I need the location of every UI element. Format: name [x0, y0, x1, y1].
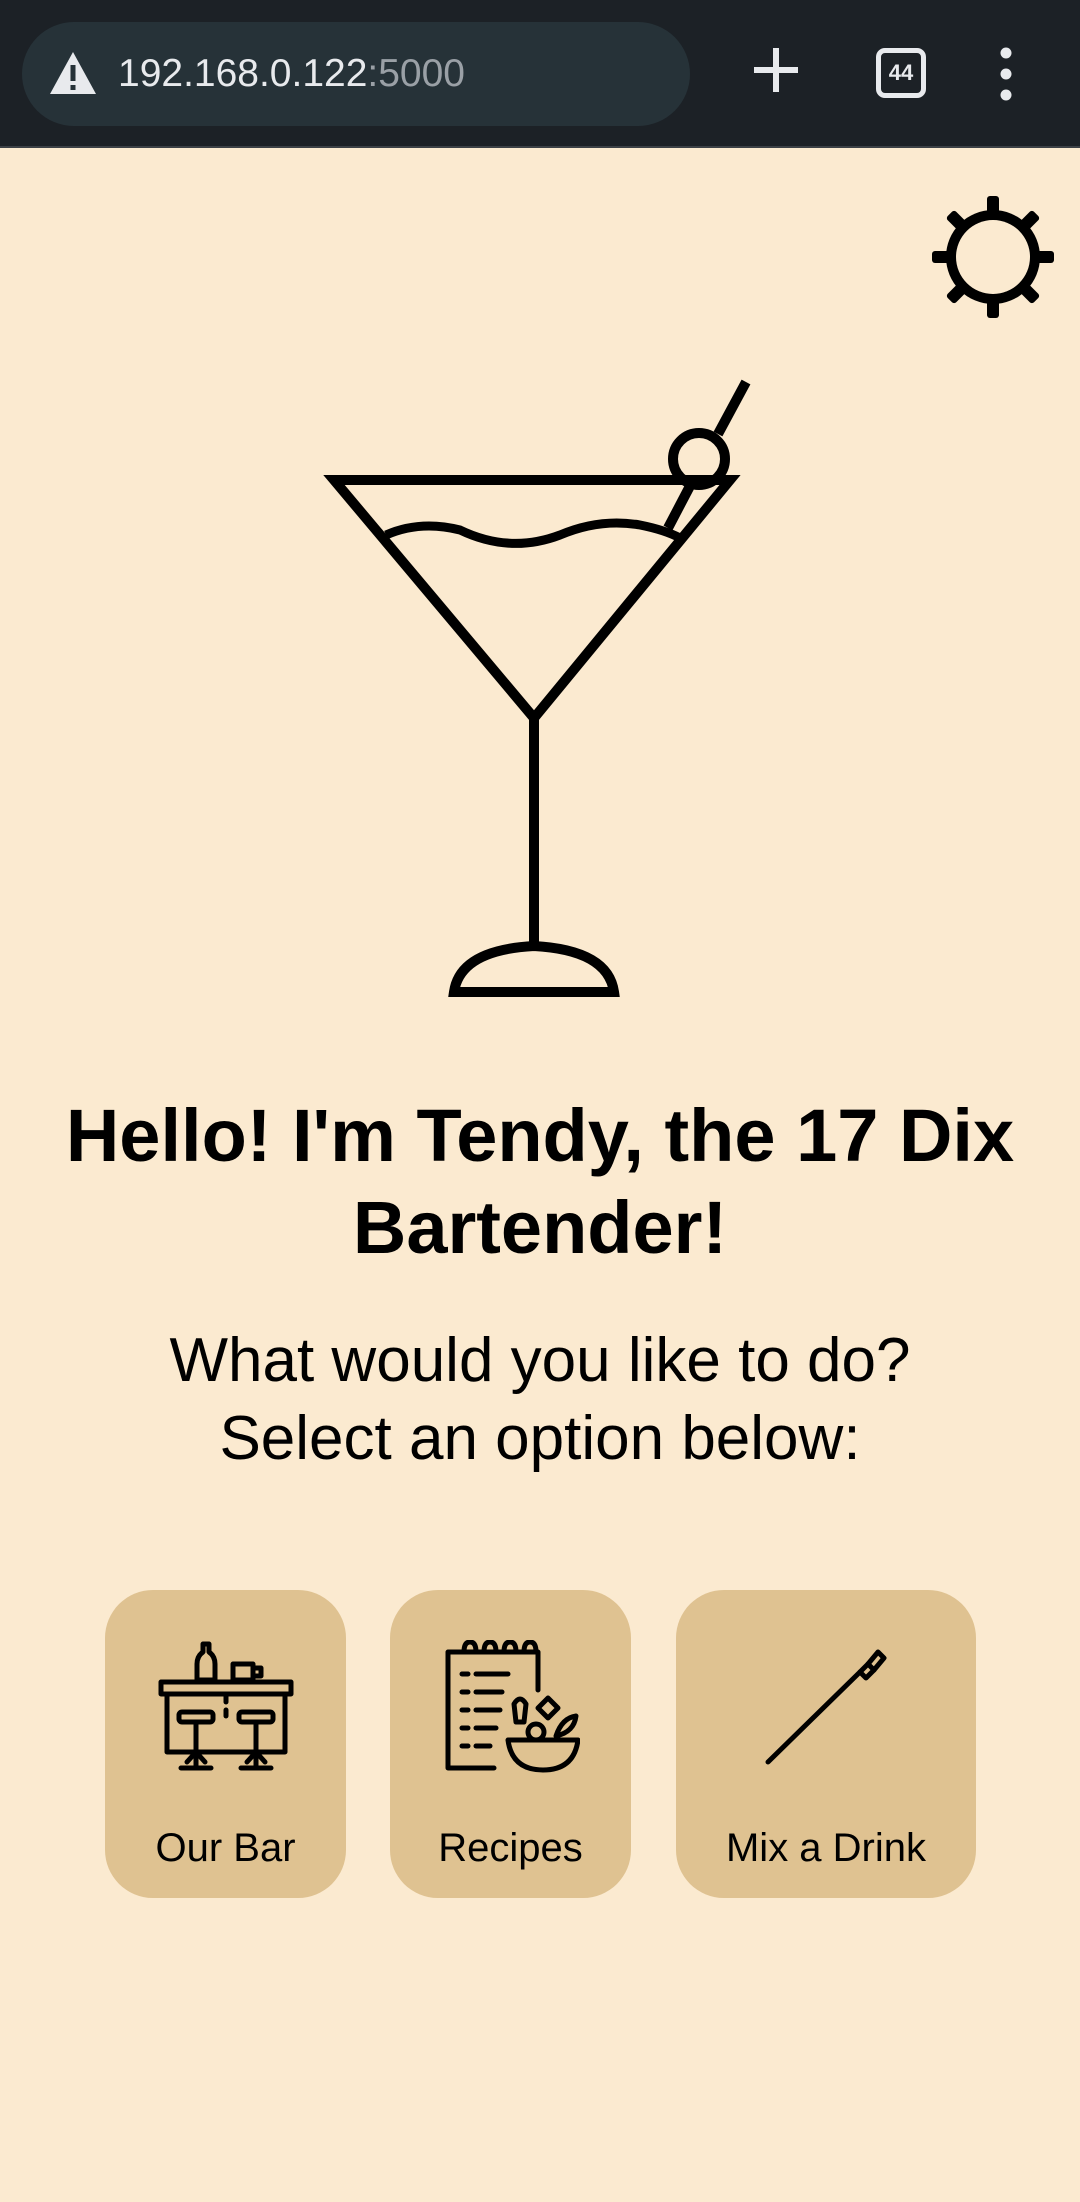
- tab-switcher-button[interactable]: 44: [876, 48, 926, 98]
- address-bar[interactable]: 192.168.0.122:5000: [22, 22, 690, 126]
- greeting-heading: Hello! I'm Tendy, the 17 Dix Bartender!: [65, 1094, 1015, 1269]
- prompt-text: What would you like to do? Select an opti…: [40, 1322, 1040, 1478]
- mix-a-drink-label: Mix a Drink: [725, 1826, 927, 1870]
- our-bar-label: Our Bar: [155, 1826, 296, 1870]
- bar-counter-icon: [158, 1641, 294, 1771]
- more-menu-icon[interactable]: [990, 46, 1022, 102]
- tab-count: 44: [888, 60, 914, 85]
- url-host: 192.168.0.122: [118, 52, 368, 95]
- recipes-button[interactable]: Recipes: [390, 1590, 631, 1898]
- gear-icon[interactable]: [930, 194, 1056, 320]
- new-tab-plus-icon[interactable]: [750, 44, 802, 96]
- stirrer-icon: [765, 1649, 887, 1765]
- our-bar-button[interactable]: Our Bar: [105, 1590, 346, 1898]
- martini-glass-icon: [323, 379, 751, 997]
- mix-a-drink-button[interactable]: Mix a Drink: [676, 1590, 976, 1898]
- recipe-book-icon: [445, 1640, 580, 1773]
- prompt-line-2: Select an option below:: [219, 1404, 861, 1473]
- prompt-line-1: What would you like to do?: [169, 1326, 911, 1395]
- url-text[interactable]: 192.168.0.122:5000: [118, 46, 465, 102]
- not-secure-warning-icon[interactable]: [48, 50, 98, 96]
- recipes-label: Recipes: [438, 1826, 583, 1870]
- browser-toolbar: 192.168.0.122:5000 44: [0, 0, 1080, 148]
- url-port: :5000: [367, 52, 466, 95]
